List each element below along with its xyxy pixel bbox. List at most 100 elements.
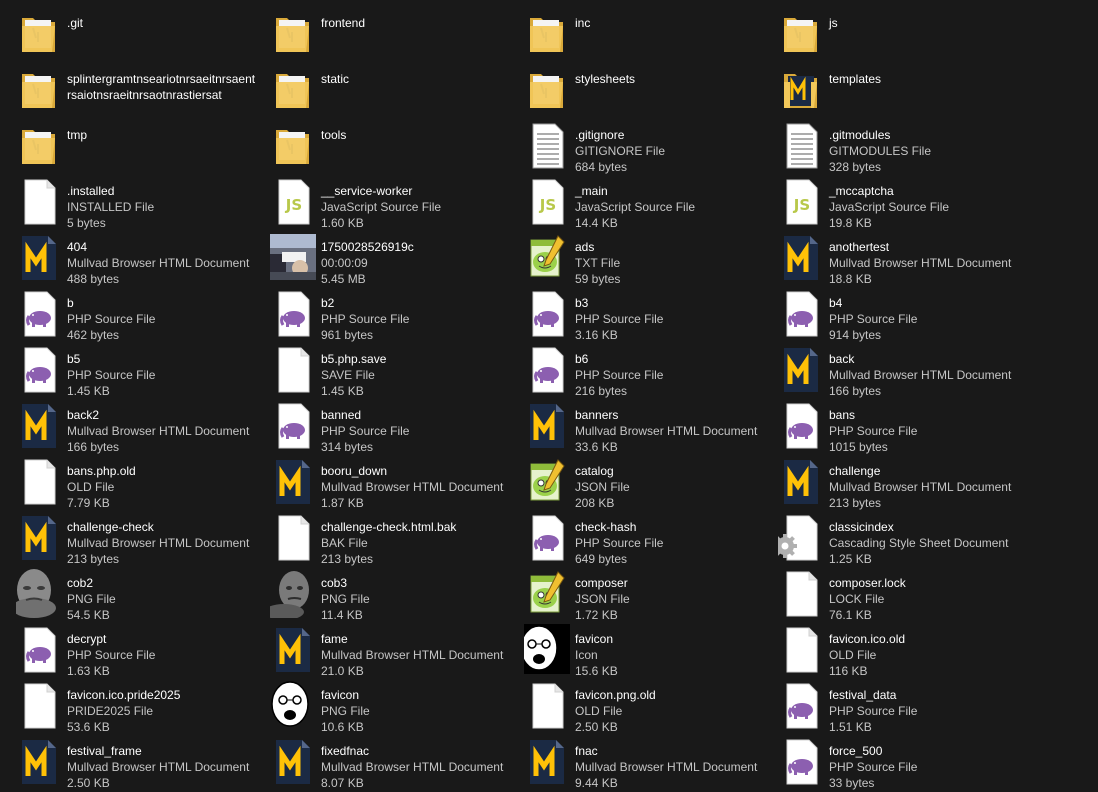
file-tile-frontend[interactable]: frontend [254, 8, 508, 64]
file-type: SAVE File [321, 368, 375, 382]
file-tile-bans[interactable]: bans PHP Source File 1015 bytes [762, 400, 1098, 456]
file-tile-b5-php-save[interactable]: b5.php.save SAVE File 1.45 KB [254, 344, 508, 400]
php-file-icon [16, 624, 62, 674]
file-tile-b5[interactable]: b5 PHP Source File 1.45 KB [0, 344, 254, 400]
file-size: 314 bytes [321, 440, 374, 454]
file-name: templates [829, 72, 882, 86]
file-tile-templates[interactable]: templates [762, 64, 1098, 120]
file-size: 684 bytes [575, 160, 628, 174]
blank-file-icon [270, 344, 316, 394]
file-type: JSON File [575, 592, 630, 606]
file-name: b5 [67, 352, 81, 366]
file-tile-fnac[interactable]: fnac Mullvad Browser HTML Document 9.44 KB [508, 736, 762, 792]
file-tile-1750028526919c[interactable]: 1750028526919c 00:00:09 5.45 MB [254, 232, 508, 288]
file-name: _main [575, 184, 608, 198]
file-tile-static[interactable]: static [254, 64, 508, 120]
file-tile-decrypt[interactable]: decrypt PHP Source File 1.63 KB [0, 624, 254, 680]
file-tile-banners[interactable]: banners Mullvad Browser HTML Document 33.6… [508, 400, 762, 456]
file-tile-b3[interactable]: b3 PHP Source File 3.16 KB [508, 288, 762, 344]
file-tile-catalog[interactable]: catalog JSON File 208 KB [508, 456, 762, 512]
file-tile-text: festival_data PHP Source File 1.51 KB [829, 680, 917, 735]
file-tile-tools[interactable]: tools [254, 120, 508, 176]
file-tile-text: favicon.ico.pride2025 PRIDE2025 File 53.6 … [67, 680, 180, 735]
file-tile-inc[interactable]: inc [508, 8, 762, 64]
file-tile-fixedfnac[interactable]: fixedfnac Mullvad Browser HTML Document 8.… [254, 736, 508, 792]
file-name: banned [321, 408, 362, 422]
file-type: PNG File [321, 592, 370, 606]
file-size: 1.72 KB [575, 608, 618, 622]
file-size: 213 bytes [67, 552, 120, 566]
file-tile-js[interactable]: js [762, 8, 1098, 64]
file-tile-b[interactable]: b PHP Source File 462 bytes [0, 288, 254, 344]
file-tile-gitmodules[interactable]: .gitmodules GITMODULES File 328 bytes [762, 120, 1098, 176]
file-type: Mullvad Browser HTML Document [321, 480, 504, 494]
file-name: tmp [67, 128, 88, 142]
file-tile-composer[interactable]: composer JSON File 1.72 KB [508, 568, 762, 624]
file-name: js [829, 16, 838, 30]
php-file-icon [778, 736, 824, 786]
file-size: 53.6 KB [67, 720, 110, 734]
file-tile-b6[interactable]: b6 PHP Source File 216 bytes [508, 344, 762, 400]
file-tile-git[interactable]: .git [0, 8, 254, 64]
file-tile-classicindex[interactable]: classicindex Cascading Style Sheet Docume… [762, 512, 1098, 568]
file-tile-gitignore[interactable]: .gitignore GITIGNORE File 684 bytes [508, 120, 762, 176]
file-name: .installed [67, 184, 115, 198]
file-tile-challenge-check-html-bak[interactable]: challenge-check.html.bak BAK File 213 byte… [254, 512, 508, 568]
file-tile-force-500[interactable]: force_500 PHP Source File 33 bytes [762, 736, 1098, 792]
file-tile-splintergramtnseariotnrsaeitnrsaentrsaiotnsraeitnrsaotnrastiersat[interactable]: splintergramtnseariotnrsaeitnrsaentrsaio… [0, 64, 255, 120]
file-tile-b4[interactable]: b4 PHP Source File 914 bytes [762, 288, 1098, 344]
file-tile-cob3[interactable]: cob3 PNG File 11.4 KB [254, 568, 508, 624]
file-type: JavaScript Source File [575, 200, 696, 214]
file-tile-festival-data[interactable]: festival_data PHP Source File 1.51 KB [762, 680, 1098, 736]
file-tile-mccaptcha[interactable]: JS _mccaptcha JavaScript Source File 19.8 K… [762, 176, 1098, 232]
file-tile-ads[interactable]: ads TXT File 59 bytes [508, 232, 762, 288]
notepad-plus-icon [524, 568, 570, 618]
file-tile-favicon[interactable]: favicon Icon 15.6 KB [508, 624, 762, 680]
file-tile-text: .gitmodules GITMODULES File 328 bytes [829, 120, 931, 175]
file-type: Mullvad Browser HTML Document [67, 536, 250, 550]
file-tile-back[interactable]: back Mullvad Browser HTML Document 166 byt… [762, 344, 1098, 400]
file-type: PNG File [67, 592, 116, 606]
blank-file-icon [524, 680, 570, 730]
file-tile-favicon[interactable]: favicon PNG File 10.6 KB [254, 680, 508, 736]
file-type: Mullvad Browser HTML Document [321, 648, 504, 662]
file-name: catalog [575, 464, 614, 478]
file-tile-check-hash[interactable]: check-hash PHP Source File 649 bytes [508, 512, 762, 568]
file-tile-banned[interactable]: banned PHP Source File 314 bytes [254, 400, 508, 456]
file-size: 208 KB [575, 496, 615, 510]
file-tile-service-worker[interactable]: JS __service-worker JavaScript Source File… [254, 176, 508, 232]
file-size: 216 bytes [575, 384, 628, 398]
file-tile-favicon-ico-old[interactable]: favicon.ico.old OLD File 116 KB [762, 624, 1098, 680]
file-tile-favicon-ico-pride2025[interactable]: favicon.ico.pride2025 PRIDE2025 File 53.6 … [0, 680, 254, 736]
file-tile-b2[interactable]: b2 PHP Source File 961 bytes [254, 288, 508, 344]
file-name: favicon.png.old [575, 688, 656, 702]
file-tile-text: check-hash PHP Source File 649 bytes [575, 512, 663, 567]
file-tile-back2[interactable]: back2 Mullvad Browser HTML Document 166 by… [0, 400, 254, 456]
file-type: JSON File [575, 480, 630, 494]
file-tile-installed[interactable]: .installed INSTALLED File 5 bytes [0, 176, 254, 232]
file-tile-anothertest[interactable]: anothertest Mullvad Browser HTML Document… [762, 232, 1098, 288]
mullvad-html-icon [778, 344, 824, 394]
file-name: b4 [829, 296, 843, 310]
file-name: bans [829, 408, 856, 422]
file-tile-challenge-check[interactable]: challenge-check Mullvad Browser HTML Docu… [0, 512, 254, 568]
file-tile-tmp[interactable]: tmp [0, 120, 254, 176]
file-tile-cob2[interactable]: cob2 PNG File 54.5 KB [0, 568, 254, 624]
file-tile-text: __service-worker JavaScript Source File 1.… [321, 176, 441, 231]
file-tile-composer-lock[interactable]: composer.lock LOCK File 76.1 KB [762, 568, 1098, 624]
file-tile-bans-php-old[interactable]: bans.php.old OLD File 7.79 KB [0, 456, 254, 512]
file-tile-404[interactable]: 404 Mullvad Browser HTML Document 488 byte… [0, 232, 254, 288]
mullvad-html-icon [778, 232, 824, 282]
file-tile-favicon-png-old[interactable]: favicon.png.old OLD File 2.50 KB [508, 680, 762, 736]
file-tile-text: favicon.png.old OLD File 2.50 KB [575, 680, 656, 735]
file-tile-stylesheets[interactable]: stylesheets [508, 64, 762, 120]
file-size: 21.0 KB [321, 664, 364, 678]
file-tile-main[interactable]: JS _main JavaScript Source File 14.4 KB [508, 176, 762, 232]
file-tile-challenge[interactable]: challenge Mullvad Browser HTML Document 21… [762, 456, 1098, 512]
file-tile-festival-frame[interactable]: festival_frame Mullvad Browser HTML Docum… [0, 736, 254, 792]
file-tile-fame[interactable]: fame Mullvad Browser HTML Document 21.0 KB [254, 624, 508, 680]
file-tile-booru-down[interactable]: booru_down Mullvad Browser HTML Document 1… [254, 456, 508, 512]
file-name: _mccaptcha [829, 184, 894, 198]
file-size: 1015 bytes [829, 440, 888, 454]
file-type: PHP Source File [829, 424, 918, 438]
